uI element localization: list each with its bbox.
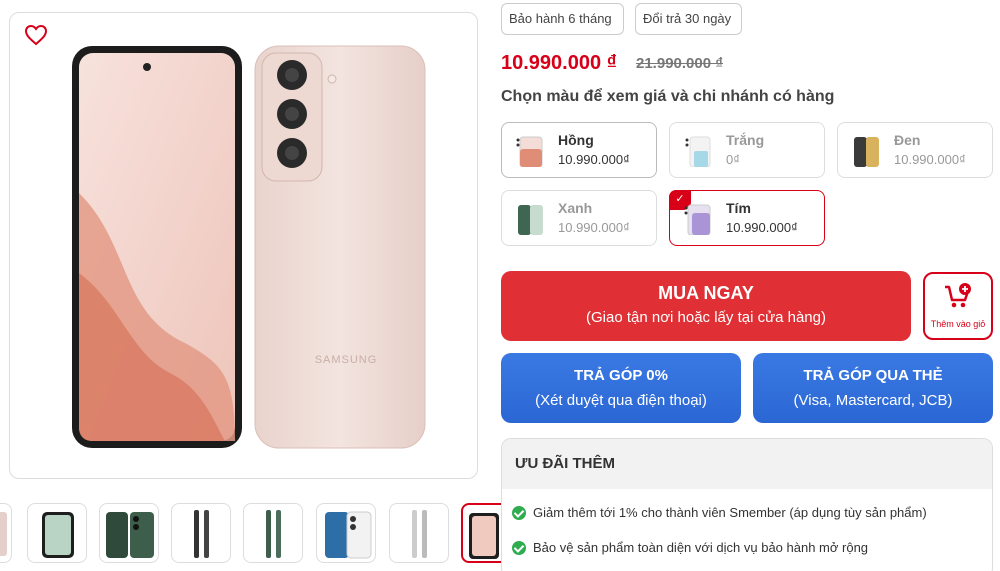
promo-text: Giảm thêm tới 1% cho thành viên Smember … <box>533 505 927 520</box>
color-swatch <box>684 204 711 235</box>
thumbnail[interactable] <box>316 503 376 563</box>
color-option-tim[interactable]: ✓ Tím 10.990.000₫ <box>669 190 825 246</box>
color-swatch <box>518 205 543 235</box>
color-swatch <box>685 136 711 167</box>
installment-label: TRẢ GÓP QUA THẺ <box>803 367 943 384</box>
color-price: 10.990.000₫ <box>726 220 798 235</box>
current-price: 10.990.000 ₫ <box>501 52 617 74</box>
warranty-tag: Bảo hành 6 tháng <box>501 3 624 35</box>
color-name: Tím <box>726 200 751 216</box>
cart-plus-icon <box>945 283 971 308</box>
phone-illustration: SAMSUNG <box>72 45 426 449</box>
buy-now-label: MUA NGAY <box>658 283 754 303</box>
favorite-heart-icon[interactable] <box>24 23 48 47</box>
thumbnail[interactable] <box>99 503 159 563</box>
color-price: 10.990.000₫ <box>894 152 966 167</box>
thumbnail[interactable] <box>389 503 449 563</box>
color-option-hong[interactable]: Hồng 10.990.000₫ <box>501 122 657 178</box>
color-name: Đen <box>894 132 921 148</box>
buy-now-button[interactable]: MUA NGAY (Giao tận nơi hoặc lấy tại cửa … <box>501 271 911 341</box>
installment-sub: (Xét duyệt qua điện thoại) <box>535 392 707 409</box>
thumbnail[interactable] <box>27 503 87 563</box>
check-circle-icon <box>512 505 526 520</box>
installment-0-button[interactable]: TRẢ GÓP 0% (Xét duyệt qua điện thoại) <box>501 353 741 423</box>
installment-card-button[interactable]: TRẢ GÓP QUA THẺ (Visa, Mastercard, JCB) <box>753 353 993 423</box>
color-price: 0₫ <box>726 152 740 167</box>
color-swatch <box>854 137 879 167</box>
installment-label: TRẢ GÓP 0% <box>574 367 668 384</box>
color-option-trang[interactable]: Trắng 0₫ <box>669 122 825 178</box>
return-policy-tag: Đổi trả 30 ngày <box>635 3 742 35</box>
thumbnail[interactable] <box>243 503 303 563</box>
brand-mark: SAMSUNG <box>315 354 378 366</box>
product-main-image[interactable]: SAMSUNG <box>9 12 478 479</box>
promo-item: Bảo vệ sản phẩm toàn diện với dịch vụ bả… <box>512 540 868 555</box>
color-option-den[interactable]: Đen 10.990.000₫ <box>837 122 993 178</box>
color-swatch <box>516 136 543 167</box>
buy-now-sub: (Giao tận nơi hoặc lấy tại cửa hàng) <box>585 309 826 326</box>
thumbnail-strip <box>0 503 521 563</box>
thumbnail[interactable] <box>171 503 231 563</box>
color-name: Hồng <box>558 132 594 148</box>
color-name: Trắng <box>726 132 765 148</box>
add-to-cart-label: Thêm vào giỏ <box>930 319 986 329</box>
check-circle-icon <box>512 540 526 555</box>
product-page: SAMSUNG Bảo hành 6 tháng Đổi trả 30 ngày… <box>0 0 1000 571</box>
promo-item: Giảm thêm tới 1% cho thành viên Smember … <box>512 505 927 520</box>
promo-text: Bảo vệ sản phẩm toàn diện với dịch vụ bả… <box>533 540 869 555</box>
old-price: 21.990.000 ₫ <box>636 55 723 72</box>
color-price: 10.990.000₫ <box>558 152 630 167</box>
thumbnail[interactable] <box>0 503 12 563</box>
promo-box: ƯU ĐÃI THÊM Giảm thêm tới 1% cho thành v… <box>501 438 993 571</box>
installment-sub: (Visa, Mastercard, JCB) <box>793 392 953 409</box>
color-price: 10.990.000₫ <box>558 220 630 235</box>
color-section-title: Chọn màu để xem giá và chi nhánh có hàng <box>501 88 835 105</box>
color-name: Xanh <box>558 200 593 216</box>
promo-title: ƯU ĐÃI THÊM <box>502 439 992 489</box>
add-to-cart-button[interactable]: Thêm vào giỏ <box>923 272 993 340</box>
color-option-xanh[interactable]: Xanh 10.990.000₫ <box>501 190 657 246</box>
